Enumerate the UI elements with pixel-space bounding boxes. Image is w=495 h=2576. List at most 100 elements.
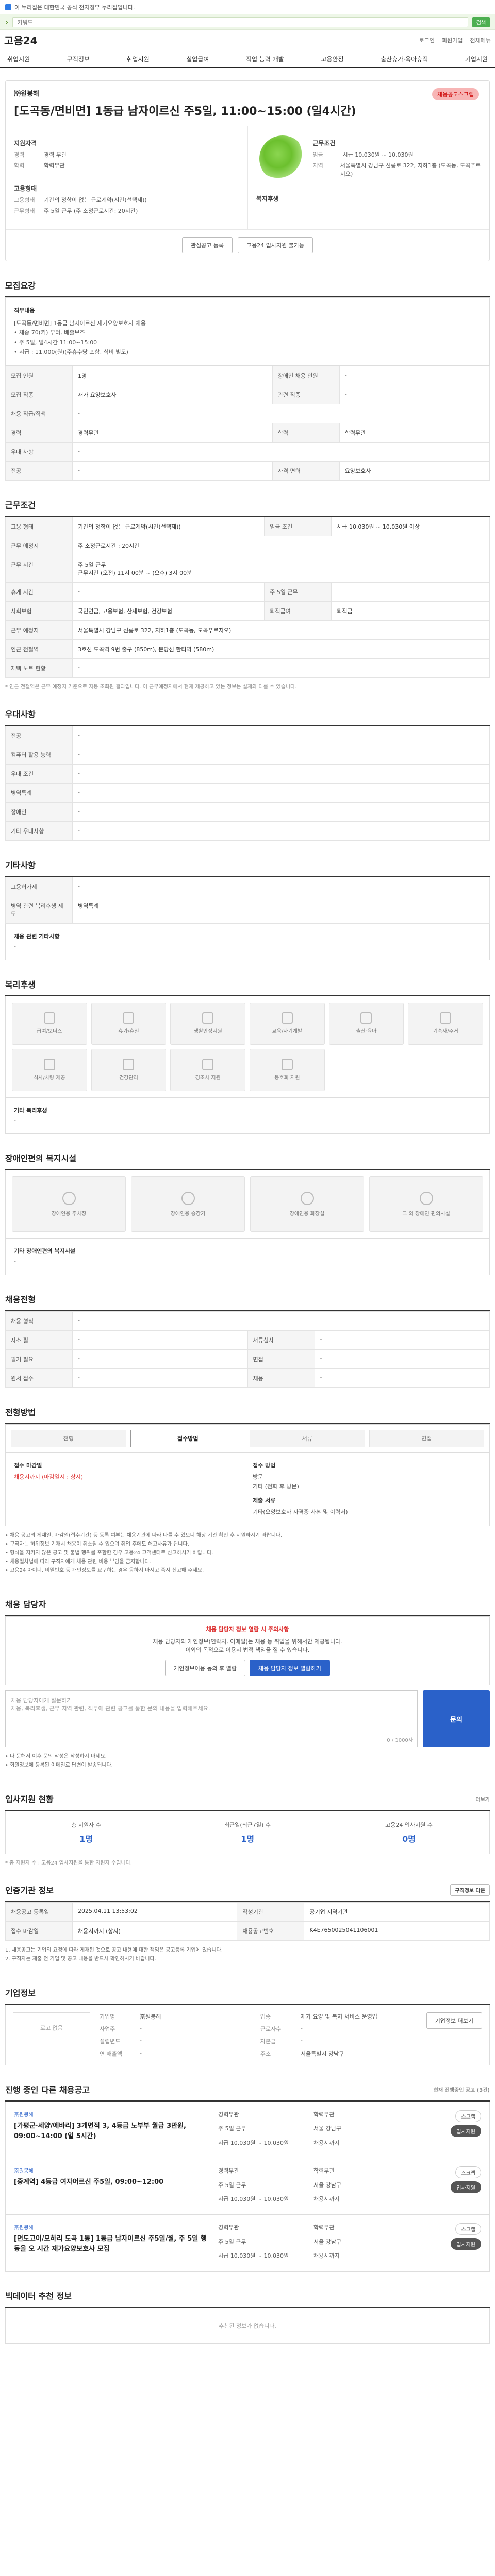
- cell-header: 재택 노트 현황: [5, 658, 73, 679]
- cell-header: 경력: [5, 423, 73, 443]
- table-row: 인근 전철역 3호선 도곡역 9번 출구 (850m), 분당선 한티역 (580…: [5, 639, 490, 659]
- cell: 채용시까지 (상시): [72, 1921, 238, 1941]
- list-item: ㈜원봉해 [중계역] 4등급 여자어르신 주5일, 09:00~12:00 경력…: [5, 2158, 490, 2215]
- cell: 기간의 정함이 없는 근로계약(시간(선택제)): [72, 517, 265, 537]
- deadline-value: 채용시까지 (마감일시 : 상시): [14, 1473, 84, 1481]
- scrap-button[interactable]: 스크랩: [455, 2223, 481, 2235]
- recruit-table: 모집 인원 1명 장애인 채용 인원 - 모집 직종 재가 요양보호사 관련 직종 - 채용…: [5, 366, 490, 481]
- section-title: 장애인편의 복지시설: [5, 1146, 490, 1171]
- other-jobs-list: ㈜원봉해 [가평군·세양/에바리] 3개면적 3, 4등급 노부부 월급 3만원…: [5, 2102, 490, 2272]
- search-button[interactable]: 검색: [472, 16, 490, 27]
- recommend-section: 빅데이터 추천 정보 추천된 정보가 없습니다.: [5, 2284, 490, 2344]
- apply-button[interactable]: 입사지원: [451, 2181, 481, 2193]
- cell: -: [72, 1349, 248, 1369]
- cell-header: 면접: [247, 1349, 315, 1369]
- nav-item[interactable]: 구직정보: [65, 55, 92, 63]
- scrap-button[interactable]: 채용공고스크랩: [432, 88, 479, 100]
- kv-row: 경력 경력 무관: [14, 150, 239, 159]
- table-row: 병역특례 -: [5, 783, 490, 803]
- nav-item[interactable]: 취업지원: [124, 55, 151, 63]
- nav-item[interactable]: 기업지원: [463, 55, 490, 63]
- section-title: 기업정보: [5, 1981, 490, 2005]
- job-tag: 서울 강남구: [314, 2238, 342, 2245]
- cell: -: [72, 726, 490, 746]
- apply-button[interactable]: 입사지원: [451, 2125, 481, 2137]
- etc-table: 고용허가제 - 병역 관련 복리후생 제도 병역특례: [5, 877, 490, 924]
- search-input[interactable]: 키워드: [12, 16, 468, 27]
- interest-button[interactable]: 관심공고 등록: [182, 237, 233, 253]
- benefit-label: 동호회 지원: [274, 1075, 300, 1081]
- stat-label: 고용24 입사지원 수: [385, 1822, 433, 1828]
- job-deadline: 채용시까지: [314, 2252, 340, 2260]
- download-button[interactable]: 구직정보 다운: [450, 1884, 490, 1896]
- kv-key: 임금: [312, 151, 323, 158]
- contact-warning: 채용 담당자 정보 열람 시 주의사항: [206, 1626, 289, 1633]
- cell: 주 5일 근무 근무시간 (오전) 11시 00분 ~ (오후) 3시 00분: [72, 555, 490, 583]
- summary-left: 지원자격 경력 경력 무관 학력 학력무관 고용형태 고용형태 기간의 정함이 없는 …: [6, 126, 248, 229]
- chevron-icon[interactable]: ›: [5, 17, 8, 27]
- company-more-button[interactable]: 기업정보 더보기: [426, 2012, 482, 2029]
- cell: [331, 582, 490, 602]
- signup-link[interactable]: 회원가입: [442, 36, 463, 44]
- cell-header: 모집 인원: [5, 366, 73, 386]
- facility-label: 그 외 장애인 편의시설: [402, 1211, 450, 1217]
- benefit-tile: 건강관리: [91, 1048, 167, 1091]
- inquiry-textarea[interactable]: 채용 담당자에게 질문하기 채용, 복리후생, 근무 지역 관련, 직무에 관련…: [5, 1690, 418, 1747]
- benefit-label: 건강관리: [119, 1075, 138, 1081]
- facility-label: 장애인용 주차장: [51, 1211, 87, 1217]
- inquiry-submit-button[interactable]: 문의: [423, 1690, 490, 1747]
- cell-header: 접수 마감일: [5, 1921, 73, 1941]
- facility-tile: 그 외 장애인 편의시설: [369, 1176, 483, 1232]
- all-menu-link[interactable]: 전체메뉴: [470, 36, 491, 44]
- site-logo[interactable]: 고용24: [4, 32, 38, 47]
- etc-note-label: 채용 관련 기타사항: [14, 933, 60, 940]
- tab-interview[interactable]: 면접: [369, 1429, 484, 1447]
- job-title-link[interactable]: [중계역] 4등급 여자어르신 주5일, 09:00~12:00: [14, 2177, 210, 2188]
- scrap-button[interactable]: 스크랩: [455, 2166, 481, 2178]
- job-title-link[interactable]: [가평군·세양/에바리] 3개면적 3, 4등급 노부부 월급 3만원, 09:…: [14, 2121, 210, 2141]
- benefit-tile: 동호회 지원: [250, 1048, 325, 1091]
- cell-header: 자격 면허: [272, 461, 340, 481]
- cell: 학력무관: [339, 423, 490, 443]
- section-title-row: 진행 중인 다른 채용공고 현재 진행중인 공고 (3건): [5, 2078, 490, 2102]
- list-item: ㈜원봉해 [면도고이/모하리 도곡 1동] 1동급 남자이르신 주5일/월, 주…: [5, 2215, 490, 2272]
- cell: 서울특별시 강남구 선릉로 322, 지하1층 (도곡동, 도곡푸르지오): [72, 620, 490, 640]
- view-contact-button[interactable]: 채용 담당자 정보 열람하기: [250, 1660, 330, 1676]
- job-company[interactable]: ㈜원봉해: [14, 2166, 210, 2174]
- cell-header: 병역특례: [5, 783, 73, 803]
- scrap-button[interactable]: 스크랩: [455, 2110, 481, 2122]
- section-title: 근무조건: [5, 493, 490, 517]
- consent-view-button[interactable]: 개인정보이용 동의 후 열람: [165, 1660, 245, 1676]
- building-icon: [440, 1012, 452, 1024]
- benefit-label: 생활안정지원: [193, 1029, 222, 1035]
- login-link[interactable]: 로그인: [419, 36, 435, 44]
- tab-documents[interactable]: 서류: [250, 1429, 365, 1447]
- job-summary-card: ㈜원봉해 [도곡동/면비면] 1동급 남자이르신 주5일, 11:00~15:0…: [5, 80, 490, 261]
- detail-label: 자본금: [260, 2038, 276, 2045]
- detail-value: -: [300, 2025, 303, 2031]
- job-company[interactable]: ㈜원봉해: [14, 2110, 210, 2118]
- conditions-table: 고용 형태 기간의 정함이 없는 근로계약(시간(선택제)) 임금 조건 시급 10,…: [5, 517, 490, 679]
- job-company[interactable]: ㈜원봉해: [14, 2223, 210, 2231]
- tab-method[interactable]: 접수방법: [130, 1429, 245, 1447]
- nav-item[interactable]: 실업급여: [184, 55, 211, 63]
- nav-item[interactable]: 고용안정: [319, 55, 345, 63]
- cell: 시급 10,030원 ~ 10,030원 이상: [331, 517, 490, 537]
- nav-item[interactable]: 취업지원: [5, 55, 32, 63]
- job-item-tags: 경력무관 학력무관 주 5일 근무 서울 강남구 시급 10,030원 ~ 10,0…: [218, 2223, 406, 2263]
- money-icon: [43, 1012, 55, 1024]
- job-title-link[interactable]: [면도고이/모하리 도곡 1동] 1동급 남자이르신 주5일/월, 주 5일 행…: [14, 2234, 210, 2254]
- apply-button[interactable]: 입사지원: [451, 2238, 481, 2250]
- nav-item[interactable]: 출산휴가·육아휴직: [378, 55, 430, 63]
- documents-label: 제출 서류: [253, 1497, 276, 1504]
- kv-key: 지역: [312, 162, 323, 169]
- cell: 공기업 지역기관: [304, 1902, 490, 1922]
- apply-disabled-button[interactable]: 고용24 입사지원 불가능: [238, 237, 314, 253]
- cell: -: [72, 764, 490, 784]
- nav-item[interactable]: 직업 능력 개발: [244, 55, 286, 63]
- status-more-link[interactable]: 더보기: [475, 1795, 490, 1803]
- tab-screening[interactable]: 전형: [11, 1429, 126, 1447]
- hiring-section: 채용전형 채용 형식 - 자소 필 - 서류심사 - 필기 필요 - 면접 - 원서 접수 - 채…: [5, 1287, 490, 1388]
- baby-icon: [360, 1012, 372, 1024]
- benefit-tile: 급여/보너스: [12, 1002, 87, 1045]
